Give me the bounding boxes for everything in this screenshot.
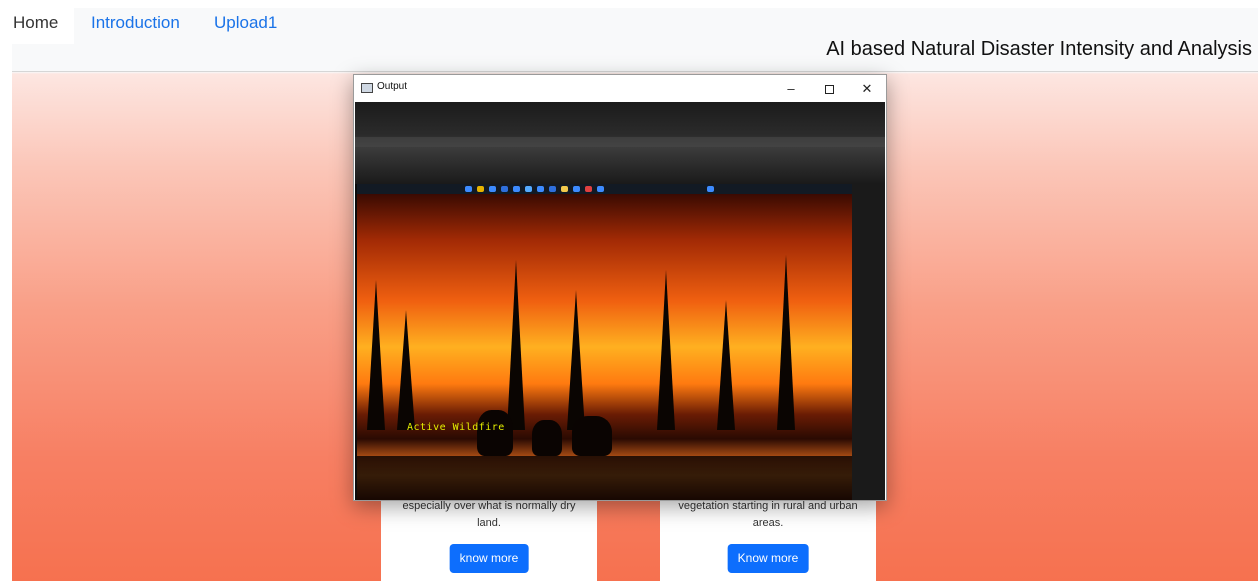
wildfire-scene bbox=[357, 194, 852, 500]
tab-home[interactable]: Home bbox=[12, 8, 74, 44]
card-description: vegetation starting in rural and urban a… bbox=[678, 500, 858, 529]
minimize-button[interactable]: – bbox=[777, 78, 805, 99]
camera-frame: Active Wildfire bbox=[355, 102, 885, 500]
window-title: Output bbox=[377, 81, 408, 92]
know-more-button[interactable]: know more bbox=[449, 544, 529, 573]
captured-taskbar bbox=[357, 184, 862, 194]
site-title: AI based Natural Disaster Intensity and … bbox=[826, 38, 1252, 60]
know-more-button[interactable]: Know more bbox=[727, 544, 809, 573]
tab-introduction[interactable]: Introduction bbox=[79, 8, 192, 44]
tab-upload1[interactable]: Upload1 bbox=[202, 8, 289, 44]
close-button[interactable]: ✕ bbox=[853, 78, 881, 99]
animal-silhouette bbox=[532, 420, 562, 456]
maximize-icon bbox=[824, 85, 834, 95]
maximize-button[interactable] bbox=[815, 78, 843, 99]
detection-label: Active Wildfire bbox=[407, 422, 505, 433]
monitor-bezel bbox=[355, 102, 885, 184]
card-description: especially over what is normally dry lan… bbox=[402, 500, 576, 529]
window-app-icon bbox=[361, 83, 373, 93]
animal-silhouette bbox=[477, 410, 513, 456]
window-titlebar[interactable]: Output – ✕ bbox=[354, 75, 886, 102]
animal-silhouette bbox=[572, 416, 612, 456]
output-window[interactable]: Output – ✕ Active Wildfire bbox=[353, 74, 887, 501]
navbar: Home Introduction Upload1 AI based Natur… bbox=[12, 8, 1258, 72]
